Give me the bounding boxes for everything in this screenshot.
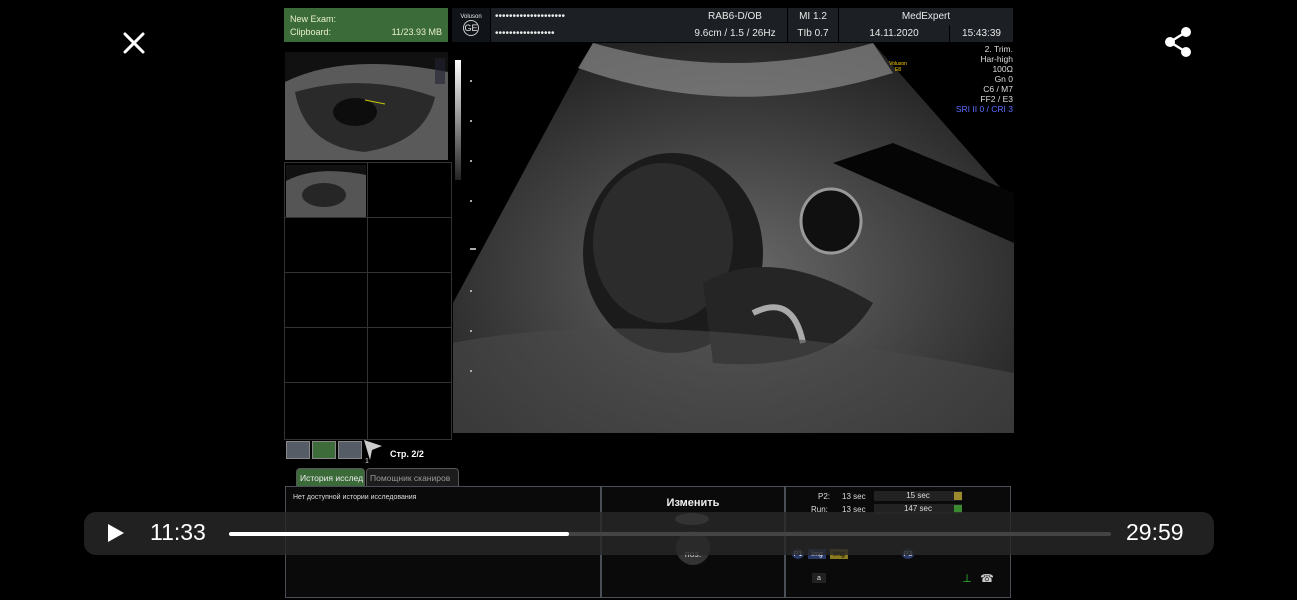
p2-value: 13 sec (842, 492, 866, 501)
setting-line: Har-high (980, 54, 1013, 64)
depth-tick (470, 330, 472, 332)
page-label: Стр. 2/2 (390, 449, 424, 459)
exam-time: 15:43:39 (950, 25, 1013, 42)
page-marker: 1 (365, 458, 369, 465)
ge-icon: GE (463, 20, 479, 36)
play-button[interactable] (102, 520, 128, 546)
clipboard-thumbnail-large[interactable] (285, 52, 448, 160)
mi-label: MI 1.2 (788, 8, 838, 25)
voluson-badge: Voluson E8 (878, 61, 918, 73)
institution-label: MedExpert (839, 8, 1013, 25)
sri-setting: SRI II 0 / CRI 3 (955, 104, 1013, 114)
layout-3x3-button[interactable] (338, 441, 362, 459)
change-label: Изменить (666, 497, 720, 509)
depth-tick (470, 370, 472, 372)
phone-icon[interactable]: ☎ (980, 573, 994, 585)
layout-2x2-button[interactable] (312, 441, 336, 459)
p2-indicator (954, 492, 962, 500)
probe-label: RAB6-D/OB (683, 8, 787, 25)
depth-tick (470, 80, 472, 82)
setting-line: Gn 0 (994, 74, 1013, 84)
play-icon (108, 524, 124, 542)
depth-tick (470, 160, 472, 162)
exam-date: 14.11.2020 (839, 25, 949, 42)
depth-tick (470, 200, 472, 202)
layout-1x2-button[interactable] (286, 441, 310, 459)
clipboard-label: Clipboard: (290, 27, 332, 37)
p2-bar: 15 sec (874, 491, 962, 501)
clipboard-thumbnail-small[interactable] (286, 165, 366, 217)
gray-scale-bar (455, 60, 461, 180)
settings-overlay: 2. Trim. Har-high 100Ω Gn 0 C6 / M7 FF2 … (920, 44, 1013, 114)
history-empty-text: Нет доступной истории исследования (293, 494, 417, 501)
share-icon (1165, 27, 1191, 57)
depth-label: 9.6cm / 1.5 / 26Hz (683, 25, 787, 42)
close-icon (123, 32, 145, 54)
close-button[interactable] (116, 25, 152, 61)
tib-label: TIb 0.7 (788, 25, 838, 42)
tab-history[interactable]: История исслед (296, 468, 365, 487)
setting-line: 100Ω (992, 64, 1013, 74)
total-time: 29:59 (1126, 519, 1184, 545)
voluson-badge-model: E8 (894, 67, 902, 73)
patient-id: ••••••••••••••••• (491, 25, 685, 42)
pointer-icon[interactable] (364, 440, 382, 460)
depth-tick (470, 290, 472, 292)
a-key[interactable]: a (812, 573, 826, 583)
seek-progress (229, 532, 569, 536)
current-time: 11:33 (150, 519, 206, 545)
p2-label: P2: (818, 492, 831, 501)
setting-line: FF2 / E3 (980, 94, 1013, 104)
clipboard-value: 11/23.93 MB (391, 27, 442, 37)
tab-scan-assistant[interactable]: Помощник сканиров (366, 468, 459, 487)
clipboard-header: New Exam: Clipboard: 11/23.93 MB (284, 8, 448, 42)
depth-tick (470, 120, 472, 122)
network-icon[interactable]: ⊥ (960, 573, 974, 585)
new-exam-label: New Exam: (290, 14, 337, 24)
ge-logo: Voluson GE (452, 8, 490, 42)
patient-name: •••••••••••••••••••• (491, 8, 685, 25)
setting-line: C6 / M7 (983, 84, 1013, 94)
setting-line: 2. Trim. (984, 44, 1013, 54)
focus-marker (470, 248, 476, 250)
share-button[interactable] (1158, 22, 1198, 62)
